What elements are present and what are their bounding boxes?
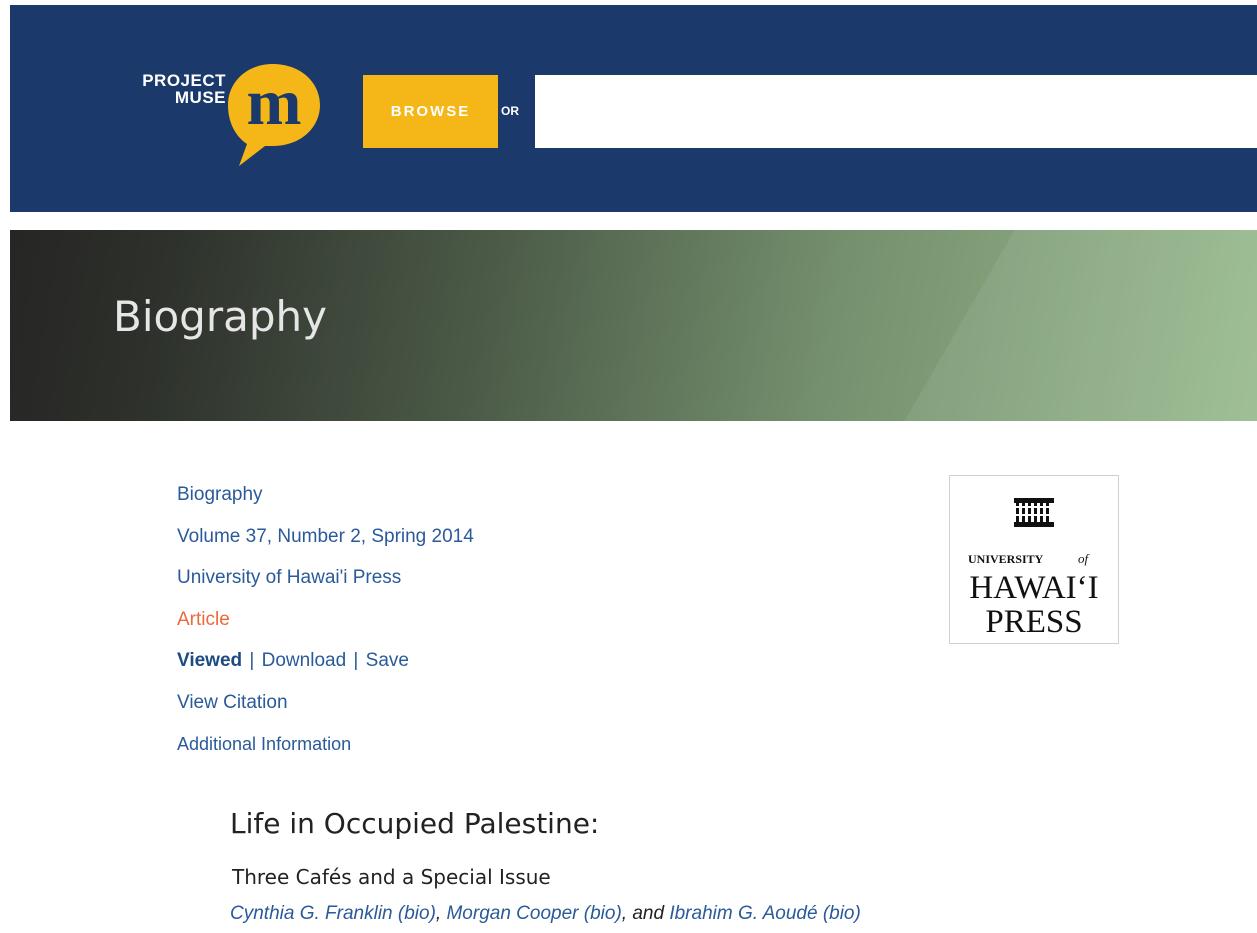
download-link[interactable]: Download bbox=[262, 650, 347, 671]
publisher-link[interactable]: University of Hawai'i Press bbox=[177, 568, 474, 588]
save-link[interactable]: Save bbox=[366, 650, 409, 671]
project-muse-logo[interactable]: PROJECT MUSE m bbox=[108, 60, 338, 175]
logo-line-university: UNIVERSITY bbox=[968, 552, 1044, 566]
separator: | bbox=[249, 650, 255, 671]
logo-line-hawaii: HAWAI‘I bbox=[969, 570, 1098, 606]
viewed-link[interactable]: Viewed bbox=[177, 650, 242, 671]
site-header: PROJECT MUSE m BROWSE OR bbox=[10, 5, 1257, 212]
svg-text:m: m bbox=[247, 66, 302, 139]
article-subtitle: Three Cafés and a Special Issue bbox=[232, 865, 551, 889]
view-citation-link[interactable]: View Citation bbox=[177, 692, 474, 713]
author-list: Cynthia G. Franklin (bio), Morgan Cooper… bbox=[230, 903, 861, 925]
author-separator: , bbox=[435, 903, 447, 924]
logo-line-press: PRESS bbox=[985, 604, 1082, 640]
article-actions: Viewed | Download | Save bbox=[177, 651, 474, 671]
browse-button[interactable]: BROWSE bbox=[363, 75, 498, 148]
journal-link[interactable]: Biography bbox=[177, 485, 474, 505]
article-title: Life in Occupied Palestine: bbox=[230, 807, 600, 840]
university-of-hawaii-press-logo: UNIVERSITY of HAWAI‘I PRESS bbox=[968, 498, 1099, 640]
author-separator: , and bbox=[621, 903, 670, 924]
publisher-logo[interactable]: UNIVERSITY of HAWAI‘I PRESS bbox=[949, 475, 1119, 644]
muse-m-bubble-icon: m bbox=[228, 64, 320, 166]
article-meta: Biography Volume 37, Number 2, Spring 20… bbox=[177, 485, 474, 776]
banner-title: Biography bbox=[113, 292, 327, 341]
journal-banner: Biography bbox=[10, 230, 1257, 421]
logo-line-of: of bbox=[1078, 551, 1091, 566]
press-emblem-icon bbox=[1014, 498, 1054, 527]
author-link[interactable]: Morgan Cooper (bio) bbox=[446, 903, 621, 924]
author-link[interactable]: Cynthia G. Franklin (bio) bbox=[230, 903, 436, 924]
content-type-label: Article bbox=[177, 608, 230, 630]
additional-information-link[interactable]: Additional Information bbox=[177, 734, 474, 754]
issue-link[interactable]: Volume 37, Number 2, Spring 2014 bbox=[177, 526, 474, 547]
search-input[interactable] bbox=[535, 75, 1257, 148]
author-link[interactable]: Ibrahim G. Aoudé (bio) bbox=[669, 903, 861, 924]
separator: | bbox=[353, 650, 359, 671]
or-label: OR bbox=[501, 104, 519, 118]
logo-text: PROJECT MUSE bbox=[142, 71, 226, 107]
